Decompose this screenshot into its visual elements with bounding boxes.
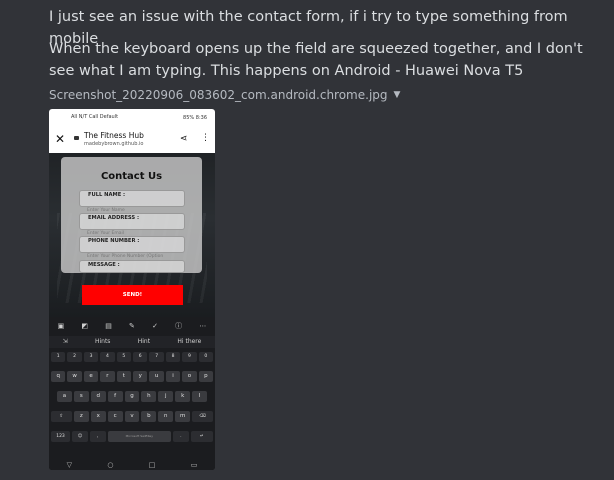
browser-url: madebybrown.github.io: [84, 141, 144, 147]
phone-battery: 85%: [183, 115, 195, 121]
shift-icon: ⇧: [51, 411, 72, 422]
phone-battery-time: 85% 8:36: [183, 115, 207, 121]
field-placeholder: Enter Your Phone Number (Option: [87, 254, 164, 259]
full-name-field: FULL NAME :: [79, 190, 185, 207]
letter-row-2: a s d f g h j k l: [57, 391, 208, 402]
attachment-filename-row[interactable]: Screenshot_20220906_083602_com.android.c…: [49, 88, 400, 102]
space-key: Microsoft SwiftKey: [107, 431, 171, 442]
home-icon: ○: [107, 461, 114, 469]
key: 3: [83, 352, 99, 362]
phone-number-field: PHONE NUMBER :: [79, 236, 185, 253]
emoji-icon: ☺: [72, 431, 88, 442]
recents-icon: □: [148, 461, 156, 469]
gif-icon: ▣: [57, 322, 65, 330]
message-field: MESSAGE :: [79, 260, 185, 273]
suggestion: Hint: [137, 338, 151, 345]
bottom-row: 123 ☺ , Microsoft SwiftKey . ↵: [51, 431, 213, 442]
key: c: [107, 411, 123, 422]
contact-form: Contact Us FULL NAME : Enter Your Name E…: [61, 157, 202, 273]
key: f: [107, 391, 123, 402]
key: x: [90, 411, 106, 422]
key: i: [165, 371, 181, 382]
key: 7: [149, 352, 164, 362]
info-icon: ⓘ: [175, 322, 183, 330]
symbols-key: 123: [51, 431, 70, 442]
keyboard-hide-icon: ▭: [190, 461, 198, 469]
field-label: PHONE NUMBER :: [88, 238, 140, 244]
letter-row-1: q w e r t y u i o p: [51, 371, 214, 382]
key: n: [158, 411, 174, 422]
expand-icon: ⇲: [62, 338, 68, 345]
back-icon: ▽: [66, 461, 73, 469]
attachment-filename[interactable]: Screenshot_20220906_083602_com.android.c…: [49, 88, 388, 102]
backspace-icon: ⌫: [192, 411, 213, 422]
android-nav-bar: ▽ ○ □ ▭: [49, 460, 215, 470]
phone-browser-bar: ✕ The Fitness Hub madebybrown.github.io …: [49, 127, 215, 153]
phone-time: 8:36: [195, 115, 207, 121]
suggestion: Hi there: [177, 338, 202, 345]
key: k: [175, 391, 191, 402]
key: u: [149, 371, 164, 382]
key: 6: [133, 352, 148, 362]
sticker-icon: ◩: [81, 322, 89, 330]
key: g: [124, 391, 140, 402]
chevron-down-icon[interactable]: ▼: [394, 90, 401, 100]
comma-key: ,: [89, 431, 106, 442]
key: 8: [165, 352, 181, 362]
period-key: .: [172, 431, 189, 442]
suggestion-bar: ⇲ Hints Hint Hi there: [49, 336, 215, 348]
message-line-2: When the keyboard opens up the field are…: [49, 41, 583, 79]
key: s: [73, 391, 89, 402]
keyboard-toolbar: ▣ ◩ ▤ ✎ ✓ ⓘ ⋯: [49, 317, 215, 335]
field-label: MESSAGE :: [88, 262, 120, 268]
translate-icon: ✎: [129, 322, 135, 330]
phone-carrier-text: All N/T Call Default: [71, 114, 119, 120]
key: h: [141, 391, 157, 402]
key: p: [198, 371, 214, 382]
send-button: SEND!: [82, 285, 183, 305]
browser-page-title: The Fitness Hub: [84, 131, 144, 140]
key: 9: [182, 352, 197, 362]
key: q: [51, 371, 66, 382]
key: a: [57, 391, 72, 402]
suggestion: Hints: [94, 338, 111, 345]
key: w: [67, 371, 82, 382]
key: d: [90, 391, 106, 402]
lock-icon: [74, 136, 79, 140]
key: b: [141, 411, 157, 422]
phone-screenshot-image[interactable]: All N/T Call Default 85% 8:36 ✕ The Fitn…: [49, 109, 215, 470]
number-row: 1 2 3 4 5 6 7 8 9 0: [51, 352, 214, 362]
key: 4: [100, 352, 115, 362]
clipboard-icon: ▤: [105, 322, 112, 330]
key: j: [158, 391, 174, 402]
more-vert-icon: ⋮: [201, 133, 210, 143]
key: o: [182, 371, 197, 382]
contact-form-title: Contact Us: [100, 171, 163, 182]
key: l: [192, 391, 208, 402]
more-icon: ⋯: [199, 322, 207, 330]
check-icon: ✓: [152, 322, 158, 330]
key: y: [133, 371, 148, 382]
phone-status-bar: All N/T Call Default 85% 8:36: [49, 109, 215, 127]
field-label: FULL NAME :: [88, 192, 126, 198]
key: 0: [198, 352, 214, 362]
key: v: [124, 411, 140, 422]
enter-icon: ↵: [190, 431, 213, 442]
key: z: [73, 411, 89, 422]
key: 2: [67, 352, 82, 362]
field-label: EMAIL ADDRESS :: [88, 215, 140, 221]
close-icon: ✕: [55, 132, 66, 146]
key: e: [83, 371, 99, 382]
key: 1: [51, 352, 66, 362]
key: m: [175, 411, 191, 422]
share-icon: ⋖: [180, 134, 188, 144]
letter-row-3: ⇧ z x c v b n m ⌫: [51, 411, 213, 422]
key: t: [116, 371, 132, 382]
key: 5: [116, 352, 132, 362]
keyboard: ▣ ◩ ▤ ✎ ✓ ⓘ ⋯ ⇲ Hints Hint Hi there 1 2 …: [49, 317, 215, 470]
email-field: EMAIL ADDRESS :: [79, 213, 185, 230]
key: r: [100, 371, 115, 382]
